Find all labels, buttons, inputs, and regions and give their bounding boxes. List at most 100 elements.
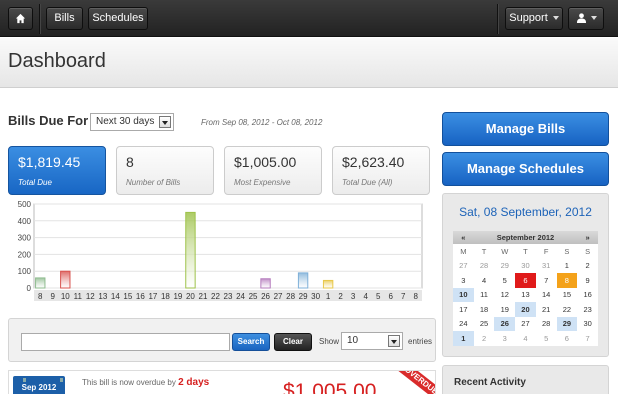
calendar-day[interactable]: 5 bbox=[536, 331, 557, 346]
calendar-day[interactable]: 31 bbox=[536, 259, 557, 274]
calendar-day[interactable]: 28 bbox=[536, 317, 557, 332]
period-select[interactable]: Next 30 days bbox=[90, 113, 174, 131]
calendar-day[interactable]: 15 bbox=[557, 288, 578, 303]
weekday-label: S bbox=[577, 244, 598, 259]
calendar-day[interactable]: 28 bbox=[474, 259, 495, 274]
calendar-day[interactable]: 4 bbox=[474, 273, 495, 288]
calendar-day[interactable]: 22 bbox=[557, 302, 578, 317]
x-tick-label: 21 bbox=[199, 292, 208, 301]
calendar-day[interactable]: 29 bbox=[494, 259, 515, 274]
calendar-day[interactable]: 12 bbox=[494, 288, 515, 303]
recent-activity-title: Recent Activity bbox=[454, 377, 526, 388]
calendar-day[interactable]: 2 bbox=[474, 331, 495, 346]
calendar-icon: Sep 2012 bbox=[13, 376, 65, 394]
calendar-day[interactable]: 24 bbox=[453, 317, 474, 332]
calendar-next-button[interactable]: » bbox=[577, 231, 598, 244]
calendar-day[interactable]: 26 bbox=[494, 316, 516, 331]
x-tick-label: 1 bbox=[326, 292, 331, 301]
user-dropdown[interactable] bbox=[568, 7, 604, 30]
stat-total-due[interactable]: $1,819.45 Total Due bbox=[8, 146, 106, 195]
calendar-day[interactable]: 1 bbox=[453, 331, 474, 346]
show-label: Show bbox=[319, 337, 340, 346]
chart-bar bbox=[260, 278, 271, 289]
y-tick-label: 400 bbox=[18, 217, 32, 226]
chart-bar bbox=[322, 279, 334, 289]
stat-value: $2,623.40 bbox=[342, 154, 405, 170]
clear-button[interactable]: Clear bbox=[274, 333, 312, 351]
support-dropdown[interactable]: Support bbox=[505, 7, 563, 30]
x-tick-label: 29 bbox=[299, 292, 308, 301]
chevron-down-icon bbox=[388, 335, 400, 347]
stat-value: 8 bbox=[126, 154, 134, 170]
calendar-prev-button[interactable]: « bbox=[453, 231, 474, 244]
chart-plot-area bbox=[33, 203, 423, 289]
calendar-day[interactable]: 14 bbox=[536, 288, 557, 303]
calendar-day[interactable]: 17 bbox=[453, 302, 474, 317]
stat-number-of-bills[interactable]: 8 Number of Bills bbox=[116, 146, 214, 195]
manage-schedules-button[interactable]: Manage Schedules bbox=[442, 152, 609, 186]
y-tick-label: 0 bbox=[27, 284, 32, 293]
calendar-rings bbox=[23, 378, 63, 382]
period-value: Next 30 days bbox=[96, 116, 155, 127]
calendar-day[interactable]: 27 bbox=[453, 259, 474, 274]
calendar-day[interactable]: 2 bbox=[577, 259, 598, 274]
calendar-day[interactable]: 13 bbox=[515, 288, 536, 303]
page-title: Dashboard bbox=[8, 50, 106, 72]
calendar-day[interactable]: 7 bbox=[536, 273, 557, 288]
home-button[interactable] bbox=[8, 7, 33, 30]
calendar-day[interactable]: 11 bbox=[474, 288, 495, 303]
calendar-day[interactable]: 20 bbox=[515, 302, 536, 317]
stat-label: Total Due (All) bbox=[342, 178, 393, 187]
calendar-day[interactable]: 1 bbox=[557, 259, 578, 274]
weekday-label: S bbox=[556, 244, 578, 259]
chart-bar bbox=[35, 277, 46, 289]
x-tick-label: 6 bbox=[388, 292, 393, 301]
search-button[interactable]: Search bbox=[232, 333, 270, 351]
calendar-day[interactable]: 25 bbox=[474, 317, 495, 332]
x-tick-label: 14 bbox=[111, 292, 120, 301]
calendar-day[interactable]: 6 bbox=[515, 273, 536, 288]
stat-total-due-all[interactable]: $2,623.40 Total Due (All) bbox=[332, 146, 430, 195]
entries-label: entries bbox=[408, 337, 433, 346]
search-input[interactable] bbox=[21, 333, 230, 351]
x-tick-label: 5 bbox=[376, 292, 381, 301]
x-tick-label: 22 bbox=[211, 292, 220, 301]
recent-activity-panel: Recent Activity bbox=[442, 365, 609, 394]
weekday-label: W bbox=[494, 244, 516, 259]
calendar-day[interactable]: 29 bbox=[556, 316, 578, 331]
calendar-day[interactable]: 6 bbox=[557, 331, 578, 346]
entries-select[interactable]: 10 bbox=[341, 332, 403, 350]
calendar-day[interactable]: 10 bbox=[453, 287, 474, 302]
calendar-day[interactable]: 23 bbox=[577, 302, 598, 317]
weekday-label: F bbox=[535, 244, 557, 259]
calendar-day[interactable]: 7 bbox=[577, 331, 598, 346]
calendar-day[interactable]: 5 bbox=[494, 273, 515, 288]
stat-label: Number of Bills bbox=[126, 178, 181, 187]
calendar-day[interactable]: 16 bbox=[577, 288, 598, 303]
nav-bills[interactable]: Bills bbox=[46, 7, 83, 30]
weekday-label: T bbox=[473, 244, 495, 259]
calendar-day[interactable]: 3 bbox=[494, 331, 515, 346]
calendar-day[interactable]: 8 bbox=[556, 273, 578, 288]
calendar-day[interactable]: 27 bbox=[515, 317, 536, 332]
calendar-day[interactable]: 18 bbox=[474, 302, 495, 317]
nav-schedules[interactable]: Schedules bbox=[88, 7, 148, 30]
support-label: Support bbox=[509, 12, 548, 24]
calendar-day[interactable]: 9 bbox=[577, 273, 598, 288]
calendar-month: September 2012 bbox=[473, 231, 578, 244]
calendar-day[interactable]: 30 bbox=[577, 317, 598, 332]
calendar-day[interactable]: 21 bbox=[536, 302, 557, 317]
calendar-day[interactable]: 3 bbox=[453, 273, 474, 288]
bill-row[interactable]: Sep 2012 This bill is now overdue by 2 d… bbox=[8, 370, 436, 394]
calendar-day[interactable]: 30 bbox=[515, 259, 536, 274]
calendar-panel: Sat, 08 September, 2012 « September 2012… bbox=[442, 193, 609, 357]
stat-value: $1,005.00 bbox=[234, 154, 297, 170]
manage-bills-button[interactable]: Manage Bills bbox=[442, 112, 609, 146]
calendar-day[interactable]: 19 bbox=[494, 302, 515, 317]
overdue-ribbon: OVERDUE bbox=[385, 371, 435, 394]
home-icon bbox=[15, 13, 26, 24]
stat-most-expensive[interactable]: $1,005.00 Most Expensive bbox=[224, 146, 322, 195]
chevron-down-icon bbox=[590, 16, 597, 21]
x-tick-label: 27 bbox=[274, 292, 283, 301]
calendar-day[interactable]: 4 bbox=[515, 331, 536, 346]
